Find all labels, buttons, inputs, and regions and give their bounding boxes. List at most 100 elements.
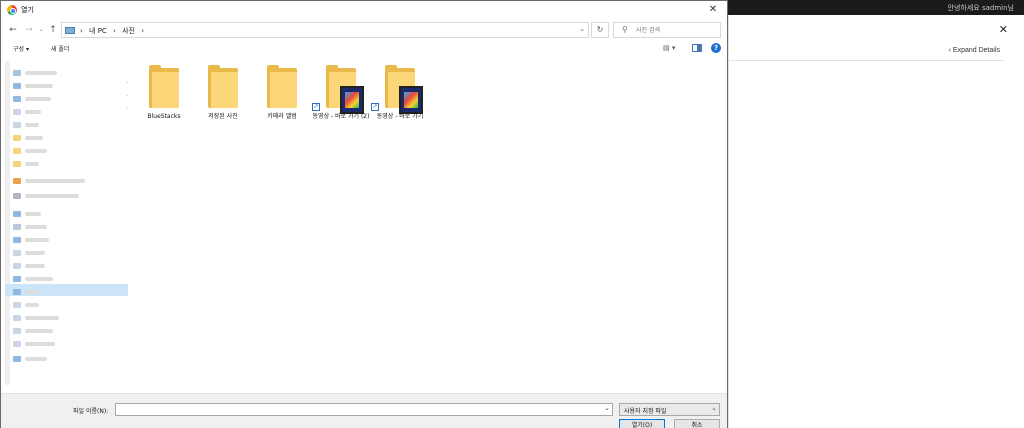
navpane-item[interactable]	[13, 134, 43, 142]
drive-icon	[13, 328, 21, 334]
chevron-right-icon[interactable]: ›	[126, 80, 128, 86]
navpane-item[interactable]	[13, 355, 47, 363]
object-3d-icon	[13, 224, 21, 230]
navpane-item[interactable]	[13, 147, 47, 155]
breadcrumb-item-my-pc[interactable]: 내 PC	[89, 27, 107, 35]
folder-icon	[208, 65, 238, 108]
file-item-saved-pictures[interactable]: 저장된 사진	[194, 61, 252, 135]
search-box[interactable]: ⚲	[613, 22, 721, 38]
file-label: 동영상 - 바로 가기	[376, 113, 424, 120]
navpane-item[interactable]	[13, 340, 55, 348]
folder-icon	[385, 65, 423, 114]
breadcrumb-item-pictures[interactable]: 사진	[122, 27, 135, 35]
navpane-item[interactable]	[13, 192, 79, 200]
file-item-video-shortcut-2[interactable]: ↗ 동영상 - 바로 가기 (2)	[312, 61, 370, 135]
folder-icon	[149, 65, 179, 108]
download-icon	[13, 237, 21, 243]
filename-label: 파일 이름(N):	[73, 408, 109, 415]
file-item-video-shortcut[interactable]: ↗ 동영상 - 바로 가기	[371, 61, 429, 135]
folder-icon	[13, 148, 21, 154]
refresh-icon[interactable]: ↻	[591, 22, 609, 38]
close-icon[interactable]: ✕	[999, 23, 1008, 36]
file-label: BlueStacks	[147, 113, 181, 120]
view-options-icon[interactable]: ▤ ▾	[663, 44, 675, 52]
details-panel	[728, 15, 1024, 428]
navpane-item-pictures[interactable]	[13, 288, 37, 296]
folder-icon	[326, 65, 364, 114]
dialog-title: 열기	[21, 6, 34, 14]
folder-icon	[13, 135, 21, 141]
video-icon	[399, 86, 423, 114]
navpane-item[interactable]	[13, 95, 51, 103]
breadcrumb: › 내 PC › 사진 ›	[80, 26, 148, 36]
drive-icon	[13, 315, 21, 321]
chevron-right-icon[interactable]: ›	[126, 93, 128, 99]
user-greeting: 안녕하세요 sadmin님	[947, 4, 1014, 12]
folder-icon	[267, 65, 297, 108]
shortcut-arrow-icon: ↗	[312, 103, 320, 111]
address-bar[interactable]: › 내 PC › 사진 › ⌄	[61, 22, 589, 38]
document-icon	[13, 263, 21, 269]
navpane-item[interactable]	[13, 275, 53, 283]
search-input[interactable]	[636, 24, 718, 36]
pc-icon	[65, 27, 75, 34]
organize-button[interactable]: 구성 ▾	[13, 44, 29, 53]
drive-icon	[13, 341, 21, 347]
file-label: 저장된 사진	[208, 113, 238, 120]
drive-icon	[13, 178, 21, 184]
navpane-item[interactable]	[13, 223, 47, 231]
shortcut-arrow-icon: ↗	[371, 103, 379, 111]
document-icon	[13, 109, 21, 115]
video-icon	[340, 86, 364, 114]
network-icon	[13, 356, 21, 362]
expand-details-link[interactable]: ‹ Expand Details	[949, 47, 1000, 54]
preview-pane-icon[interactable]	[692, 44, 702, 52]
cloud-icon	[13, 193, 21, 199]
filename-input[interactable]	[118, 405, 598, 415]
up-arrow-icon[interactable]: ↑	[47, 23, 59, 37]
recent-locations-chevron-icon[interactable]: ⌄	[37, 23, 45, 37]
navpane-item[interactable]	[13, 327, 53, 335]
chevron-right-icon[interactable]: ›	[126, 106, 128, 112]
dialog-titlebar: 열기 ✕	[1, 1, 727, 19]
file-item-bluestacks[interactable]: BlueStacks	[135, 61, 193, 135]
navpane-item[interactable]	[13, 262, 45, 270]
forward-arrow-icon[interactable]: →	[23, 23, 35, 37]
filename-combobox[interactable]: ⌄	[115, 403, 613, 416]
navpane-item[interactable]	[13, 177, 85, 185]
picture-icon	[13, 122, 21, 128]
chevron-down-icon[interactable]: ⌄	[604, 404, 610, 412]
desktop-icon	[13, 83, 21, 89]
file-item-camera-roll[interactable]: 카메라 앨범	[253, 61, 311, 135]
navpane-item[interactable]	[13, 301, 39, 309]
file-list: BlueStacks 저장된 사진 카메라 앨범 ↗ 동영상 - 바로 가기 (…	[133, 61, 727, 391]
file-label: 동영상 - 바로 가기 (2)	[312, 113, 370, 120]
download-icon	[13, 96, 21, 102]
help-icon[interactable]: ?	[711, 43, 721, 53]
new-folder-button[interactable]: 새 폴더	[51, 44, 69, 53]
navpane-item[interactable]	[13, 160, 39, 168]
navpane-item[interactable]	[13, 249, 45, 257]
chrome-icon	[7, 5, 17, 15]
navpane-item[interactable]	[13, 210, 41, 218]
quick-access-icon	[13, 70, 21, 76]
music-icon	[13, 302, 21, 308]
file-open-dialog: 열기 ✕ ← → ⌄ ↑ › 내 PC › 사진 › ⌄ ↻ ⚲ 구성 ▾ 새 …	[0, 0, 728, 428]
navpane-item[interactable]	[13, 236, 49, 244]
navpane-item[interactable]	[13, 121, 39, 129]
dialog-close-button[interactable]: ✕	[699, 1, 727, 19]
filetype-select[interactable]: 사용자 지정 파일 ⌄	[619, 403, 720, 416]
breadcrumb-separator: ›	[80, 27, 83, 35]
navpane-item[interactable]	[13, 314, 59, 322]
navpane-item[interactable]	[13, 108, 41, 116]
panel-divider	[728, 60, 1004, 61]
command-bar: 구성 ▾ 새 폴더 ▤ ▾ ?	[1, 41, 727, 57]
open-button[interactable]: 열기(O)	[619, 419, 665, 428]
navigation-pane: › › ›	[5, 61, 128, 391]
back-arrow-icon[interactable]: ←	[7, 23, 19, 37]
navpane-item[interactable]	[13, 69, 57, 77]
navpane-item[interactable]	[13, 82, 53, 90]
breadcrumb-separator: ›	[113, 27, 116, 35]
chevron-down-icon[interactable]: ⌄	[579, 25, 585, 33]
cancel-button[interactable]: 취소	[674, 419, 720, 428]
